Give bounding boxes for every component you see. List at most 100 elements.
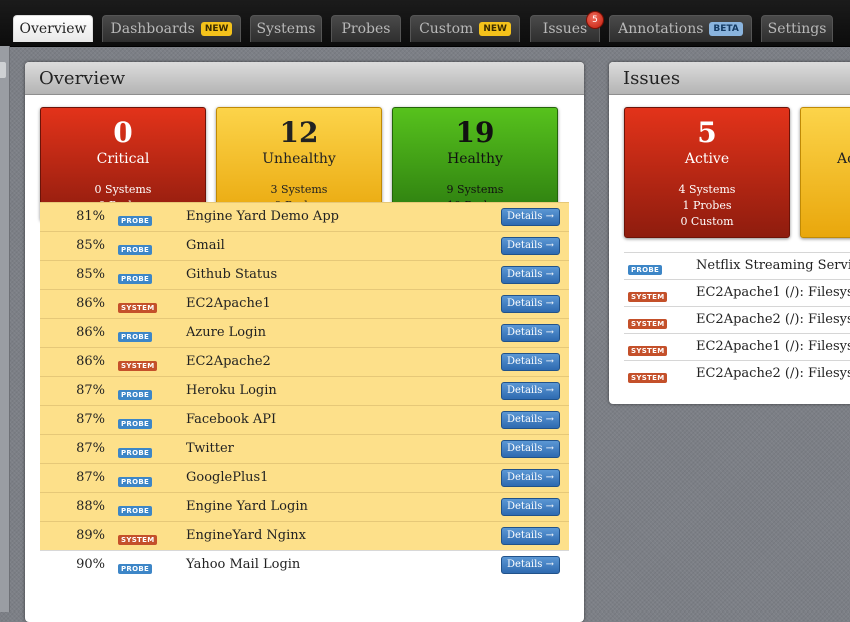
issue-name[interactable]: Netflix Streaming Servic xyxy=(696,258,850,273)
details-button[interactable]: Details → xyxy=(500,527,560,545)
top-nav: Overview Dashboards NEW Systems Probes C… xyxy=(0,0,850,47)
details-button[interactable]: Details → xyxy=(500,440,560,458)
table-row: 81% PROBE Engine Yard Demo App Details → xyxy=(40,202,569,231)
tab-label: Settings xyxy=(767,21,827,37)
item-name[interactable]: EC2Apache1 xyxy=(186,296,271,311)
item-name[interactable]: Twitter xyxy=(186,441,234,456)
list-item[interactable]: SYSTEM EC2Apache1 (/): Filesyst xyxy=(624,333,850,360)
panel-title: Issues xyxy=(609,62,850,95)
item-name[interactable]: Azure Login xyxy=(186,325,266,340)
issue-name[interactable]: EC2Apache2 (/): Filesyst xyxy=(696,366,850,381)
details-button[interactable]: Details → xyxy=(500,498,560,516)
probe-tag: PROBE xyxy=(118,274,153,284)
probe-tag: PROBE xyxy=(118,477,153,487)
probe-tag: PROBE xyxy=(118,448,153,458)
card-systems: 9 Systems xyxy=(446,183,504,196)
probe-tag: PROBE xyxy=(118,419,153,429)
details-button[interactable]: Details → xyxy=(500,469,560,487)
table-row: 87% PROBE GooglePlus1 Details → xyxy=(40,463,569,492)
health-percent: 87% xyxy=(76,470,105,485)
tab-overview[interactable]: Overview xyxy=(13,15,93,42)
probe-tag: PROBE xyxy=(118,390,153,400)
item-name[interactable]: GooglePlus1 xyxy=(186,470,268,485)
panel-title: Overview xyxy=(25,62,584,95)
tab-custom[interactable]: Custom NEW xyxy=(410,15,520,42)
item-name[interactable]: Engine Yard Login xyxy=(186,499,308,514)
item-name[interactable]: Engine Yard Demo App xyxy=(186,209,339,224)
list-item[interactable]: PROBE Netflix Streaming Servic xyxy=(624,252,850,279)
table-row: 87% PROBE Twitter Details → xyxy=(40,434,569,463)
system-tag: SYSTEM xyxy=(118,535,158,545)
card-label: Healthy xyxy=(447,151,503,167)
tab-settings[interactable]: Settings xyxy=(761,15,833,42)
details-button[interactable]: Details → xyxy=(500,208,560,226)
tab-annotations[interactable]: Annotations BETA xyxy=(609,15,752,42)
probe-tag: PROBE xyxy=(118,564,153,574)
system-tag: SYSTEM xyxy=(628,319,668,329)
probe-tag: PROBE xyxy=(628,265,663,275)
active-issues-card[interactable]: 5 Active 4 Systems 1 Probes 0 Custom xyxy=(624,107,790,238)
details-button[interactable]: Details → xyxy=(500,556,560,574)
item-name[interactable]: Facebook API xyxy=(186,412,276,427)
table-row: 86% PROBE Azure Login Details → xyxy=(40,318,569,347)
item-name[interactable]: Github Status xyxy=(186,267,277,282)
tab-label: Overview xyxy=(19,21,87,37)
details-button[interactable]: Details → xyxy=(500,266,560,284)
tab-label: Annotations xyxy=(618,21,704,37)
tab-label: Probes xyxy=(341,21,391,37)
table-row: 86% SYSTEM EC2Apache2 Details → xyxy=(40,347,569,376)
card-value: 12 xyxy=(279,116,319,149)
beta-badge: BETA xyxy=(709,22,743,36)
details-button[interactable]: Details → xyxy=(500,324,560,342)
drawer-handle[interactable] xyxy=(0,62,6,78)
tab-systems[interactable]: Systems xyxy=(250,15,322,42)
issue-name[interactable]: EC2Apache2 (/): Filesyst xyxy=(696,312,850,327)
details-button[interactable]: Details → xyxy=(500,353,560,371)
issues-count-badge: 5 xyxy=(586,11,604,29)
tab-label: Dashboards xyxy=(110,21,195,37)
card-custom: 0 Custom xyxy=(680,215,734,228)
item-name[interactable]: Yahoo Mail Login xyxy=(186,557,300,572)
tab-probes[interactable]: Probes xyxy=(331,15,401,42)
probe-tag: PROBE xyxy=(118,506,153,516)
side-drawer-edge[interactable] xyxy=(0,46,10,612)
card-value: 5 xyxy=(697,116,717,149)
item-name[interactable]: EngineYard Nginx xyxy=(186,528,306,543)
new-badge: NEW xyxy=(479,22,511,36)
card-label: Unhealthy xyxy=(262,151,336,167)
system-tag: SYSTEM xyxy=(118,361,158,371)
details-button[interactable]: Details → xyxy=(500,295,560,313)
health-percent: 87% xyxy=(76,441,105,456)
health-percent: 86% xyxy=(76,354,105,369)
health-percent: 86% xyxy=(76,296,105,311)
list-item[interactable]: SYSTEM EC2Apache1 (/): Filesyst xyxy=(624,279,850,306)
table-row: 85% PROBE Github Status Details → xyxy=(40,260,569,289)
table-row: 90% PROBE Yahoo Mail Login Details → xyxy=(40,550,569,579)
probe-tag: PROBE xyxy=(118,332,153,342)
health-percent: 90% xyxy=(76,557,105,572)
list-item[interactable]: SYSTEM EC2Apache2 (/): Filesyst xyxy=(624,360,850,387)
details-button[interactable]: Details → xyxy=(500,411,560,429)
system-tag: SYSTEM xyxy=(628,373,668,383)
health-percent: 85% xyxy=(76,238,105,253)
card-value: 0 xyxy=(113,116,133,149)
health-percent: 88% xyxy=(76,499,105,514)
details-button[interactable]: Details → xyxy=(500,382,560,400)
item-name[interactable]: EC2Apache2 xyxy=(186,354,271,369)
issue-name[interactable]: EC2Apache1 (/): Filesyst xyxy=(696,285,850,300)
health-percent: 85% xyxy=(76,267,105,282)
new-badge: NEW xyxy=(200,22,233,36)
issue-name[interactable]: EC2Apache1 (/): Filesyst xyxy=(696,339,850,354)
table-row: 86% SYSTEM EC2Apache1 Details → xyxy=(40,289,569,318)
tab-dashboards[interactable]: Dashboards NEW xyxy=(102,15,241,42)
health-percent: 86% xyxy=(76,325,105,340)
system-tag: SYSTEM xyxy=(628,292,668,302)
acknowledged-card[interactable]: 0 Ac xyxy=(800,107,850,238)
details-button[interactable]: Details → xyxy=(500,237,560,255)
probe-tag: PROBE xyxy=(118,245,153,255)
item-name[interactable]: Gmail xyxy=(186,238,225,253)
overview-panel: Overview 0 Critical 0 Systems 0 Probes 1… xyxy=(25,62,584,622)
list-item[interactable]: SYSTEM EC2Apache2 (/): Filesyst xyxy=(624,306,850,333)
item-name[interactable]: Heroku Login xyxy=(186,383,277,398)
table-row: 87% PROBE Facebook API Details → xyxy=(40,405,569,434)
